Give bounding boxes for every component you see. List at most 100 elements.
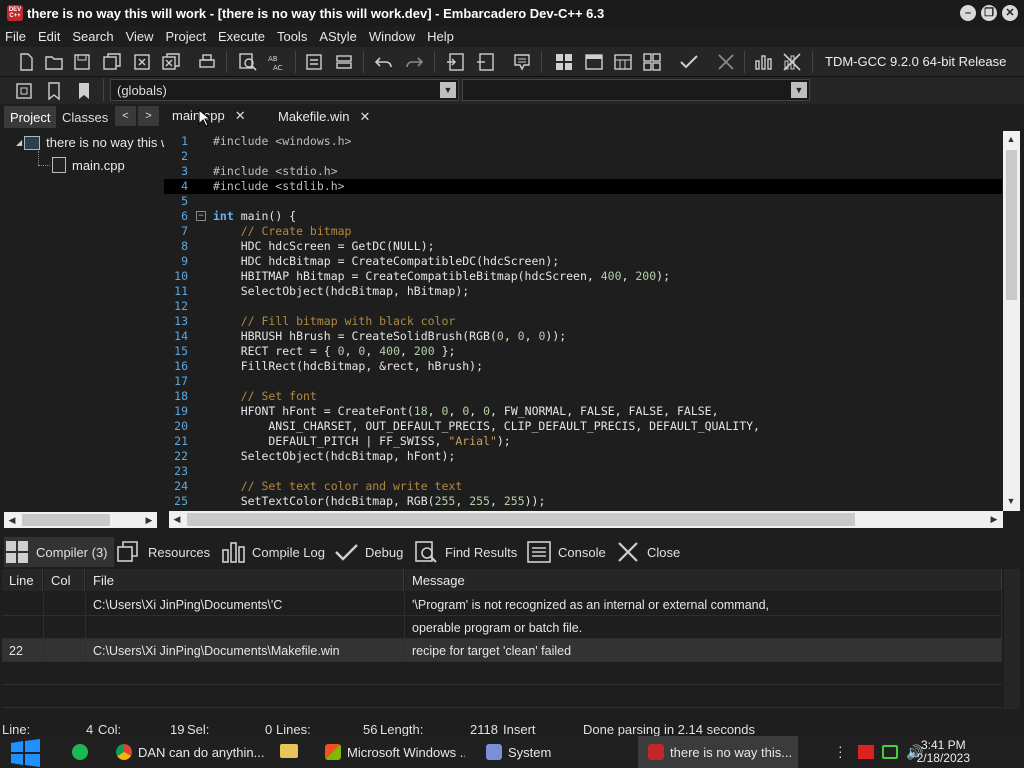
code-line[interactable]: 5 — [164, 194, 1002, 209]
tab-compile-log[interactable]: Compile Log — [220, 537, 325, 567]
bookmark-icon[interactable] — [42, 79, 66, 103]
left-panel-hscrollbar[interactable]: ◀ ▶ — [4, 512, 157, 528]
menu-execute[interactable]: Execute — [217, 29, 272, 44]
tab-makefile-win[interactable]: Makefile.win ✕ — [270, 104, 378, 129]
taskbar-windows-media[interactable]: Microsoft Windows ... — [315, 736, 465, 768]
code-line[interactable]: 20 ANSI_CHARSET, OUT_DEFAULT_PRECIS, CLI… — [164, 419, 1002, 434]
column-header-message[interactable]: Message — [405, 569, 1002, 591]
code-line[interactable]: 7 // Create bitmap — [164, 224, 1002, 239]
profile-icon[interactable] — [751, 50, 775, 74]
scroll-thumb[interactable] — [187, 513, 855, 526]
insert-icon[interactable] — [12, 79, 36, 103]
network-icon[interactable] — [882, 745, 898, 759]
tab-find-results[interactable]: Find Results — [413, 537, 517, 567]
code-line[interactable]: 14 HBRUSH hBrush = CreateSolidBrush(RGB(… — [164, 329, 1002, 344]
scroll-up-icon[interactable]: ▲ — [1003, 131, 1019, 147]
menu-project[interactable]: Project — [165, 29, 213, 44]
undo-icon[interactable] — [372, 50, 396, 74]
remove-from-project-icon[interactable] — [474, 50, 498, 74]
restore-button[interactable]: ❐ — [981, 5, 997, 21]
menu-view[interactable]: View — [125, 29, 161, 44]
close-tab-icon[interactable]: ✕ — [235, 108, 246, 124]
code-line[interactable]: 6− int main() { — [164, 209, 1002, 224]
table-row[interactable]: C:\Users\Xi JinPing\Documents\'C '\Progr… — [2, 593, 1002, 616]
redo-icon[interactable] — [402, 50, 426, 74]
tab-project[interactable]: Project — [4, 106, 57, 128]
code-line[interactable]: 10 HBITMAP hBitmap = CreateCompatibleBit… — [164, 269, 1002, 284]
code-line[interactable]: 3 #include <stdio.h> — [164, 164, 1002, 179]
close-file-icon[interactable] — [130, 50, 154, 74]
replace-icon[interactable]: AB AC — [265, 50, 289, 74]
tree-file-main-cpp[interactable]: main.cpp — [52, 157, 125, 173]
tab-resources[interactable]: Resources — [116, 537, 210, 567]
menu-astyle[interactable]: AStyle — [318, 29, 364, 44]
taskbar-devcpp[interactable]: there is no way this... — [638, 736, 798, 768]
print-icon[interactable] — [195, 50, 219, 74]
code-line[interactable]: 17 — [164, 374, 1002, 389]
table-row[interactable]: operable program or batch file. — [2, 616, 1002, 639]
scroll-left-icon[interactable]: ◀ — [169, 511, 185, 527]
code-line[interactable]: 11 SelectObject(hdcBitmap, hBitmap); — [164, 284, 1002, 299]
column-header-file[interactable]: File — [86, 569, 404, 591]
scroll-thumb[interactable] — [22, 514, 110, 526]
code-line[interactable]: 9 HDC hdcBitmap = CreateCompatibleDC(hdc… — [164, 254, 1002, 269]
fold-collapse-icon[interactable]: − — [196, 211, 206, 221]
new-project-icon[interactable] — [444, 50, 468, 74]
column-header-line[interactable]: Line — [2, 569, 43, 591]
tab-debug[interactable]: Debug — [333, 537, 403, 567]
scroll-left-icon[interactable]: ◀ — [4, 512, 20, 528]
menu-file[interactable]: File — [4, 29, 33, 44]
scroll-right-icon[interactable]: ▶ — [141, 512, 157, 528]
code-line[interactable]: 1 #include <windows.h> — [164, 134, 1002, 149]
messages-vscrollbar[interactable] — [1004, 569, 1020, 709]
code-line[interactable]: 8 HDC hdcScreen = GetDC(NULL); — [164, 239, 1002, 254]
code-line[interactable]: 24 // Set text color and write text — [164, 479, 1002, 494]
new-file-icon[interactable] — [14, 50, 38, 74]
code-line[interactable]: 25 SetTextColor(hdcBitmap, RGB(255, 255,… — [164, 494, 1002, 509]
stop-execution-icon[interactable] — [714, 50, 738, 74]
goto-line-icon[interactable] — [302, 50, 326, 74]
code-line[interactable]: 13 // Fill bitmap with black color — [164, 314, 1002, 329]
column-header-col[interactable]: Col — [44, 569, 85, 591]
overflow-dots-icon[interactable]: · · · — [838, 739, 843, 763]
chevron-down-icon[interactable]: ▼ — [791, 82, 807, 98]
taskbar-clock[interactable]: 3:41 PM 2/18/2023 — [917, 739, 970, 765]
compile-run-icon[interactable] — [611, 50, 635, 74]
close-all-icon[interactable] — [159, 50, 183, 74]
flag-icon[interactable] — [858, 745, 874, 759]
code-line[interactable]: 15 RECT rect = { 0, 0, 400, 200 }; — [164, 344, 1002, 359]
code-line[interactable]: 23 — [164, 464, 1002, 479]
windows-start-icon[interactable] — [10, 739, 42, 768]
menu-edit[interactable]: Edit — [37, 29, 67, 44]
function-select[interactable]: ▼ — [462, 79, 810, 101]
code-line[interactable]: 4 #include <stdlib.h> — [164, 179, 1002, 194]
save-icon[interactable] — [70, 50, 94, 74]
compile-icon[interactable] — [552, 50, 576, 74]
save-all-icon[interactable] — [100, 50, 124, 74]
code-line[interactable]: 21 DEFAULT_PITCH | FF_SWISS, "Arial"); — [164, 434, 1002, 449]
project-options-icon[interactable] — [510, 50, 534, 74]
scroll-thumb[interactable] — [1006, 150, 1017, 300]
editor-hscrollbar[interactable]: ◀ ▶ — [169, 511, 1003, 528]
table-row[interactable] — [2, 685, 1002, 708]
spotify-icon[interactable] — [72, 744, 88, 760]
code-line[interactable]: 12 — [164, 299, 1002, 314]
editor-vscrollbar[interactable]: ▲ ▼ — [1003, 131, 1020, 511]
menu-search[interactable]: Search — [71, 29, 120, 44]
delete-profile-icon[interactable] — [780, 50, 804, 74]
devcpp-app-icon[interactable]: DEV C++ — [7, 5, 23, 21]
table-row[interactable] — [2, 662, 1002, 685]
close-tab-icon[interactable]: ✕ — [360, 109, 371, 125]
chevron-left-icon[interactable]: < — [115, 106, 136, 126]
syntax-check-icon[interactable] — [677, 50, 701, 74]
compiler-set-select[interactable]: TDM-GCC 9.2.0 64-bit Release — [820, 50, 1020, 73]
tab-close[interactable]: Close — [615, 537, 680, 567]
menu-window[interactable]: Window — [368, 29, 422, 44]
find-icon[interactable] — [236, 50, 260, 74]
table-row[interactable]: 22 C:\Users\Xi JinPing\Documents\Makefil… — [2, 639, 1002, 662]
expand-icon[interactable]: ◢ — [16, 138, 22, 147]
taskbar-chrome[interactable]: DAN can do anythin... — [106, 736, 266, 768]
tab-compiler[interactable]: Compiler (3) — [4, 537, 114, 567]
code-line[interactable]: 18 // Set font — [164, 389, 1002, 404]
toggle-bookmark-icon[interactable] — [332, 50, 356, 74]
